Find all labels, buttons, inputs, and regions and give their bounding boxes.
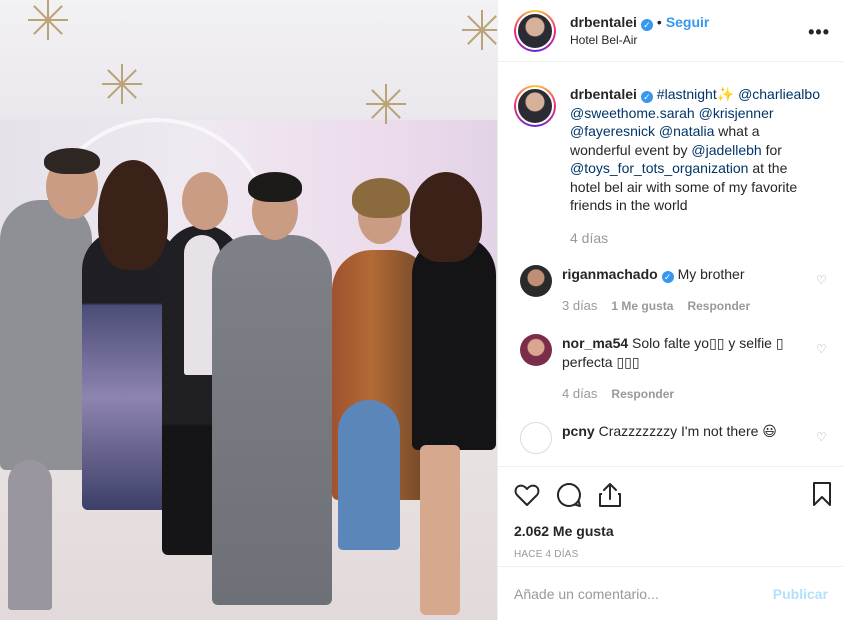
verified-badge-icon: ✓ [661,271,674,283]
comment-text: Crazzzzzzzy I'm not there 😃 [598,423,777,439]
follow-button[interactable]: Seguir [666,14,710,30]
commenter-username[interactable]: nor_ma54 [562,335,628,351]
verified-badge-icon: ✓ [640,18,653,31]
instagram-post: drbentalei ✓ • Seguir Hotel Bel-Air ••• drb… [0,0,844,620]
comment-body: riganmachado ✓ My brother 3 días 1 Me gust… [562,265,812,316]
mention-link[interactable]: @sweethome.sarah [570,105,695,121]
person-hair [410,172,482,262]
verified-badge-icon: ✓ [640,91,653,103]
caption-text: for [765,141,782,158]
like-comment-heart-icon[interactable]: ♡ [816,342,828,356]
commenter-username[interactable]: riganmachado [562,266,658,282]
add-comment-input[interactable] [514,585,773,602]
chandelier [366,84,406,124]
person-coat [0,200,92,470]
comment-item: riganmachado ✓ My brother 3 días 1 Me gust… [514,265,828,316]
person-hair [248,172,302,202]
author-username[interactable]: drbentalei [570,14,637,30]
likes-count[interactable]: 2.062 Me gusta [514,523,828,539]
mention-link[interactable]: @charliealbo [738,86,820,102]
posted-time[interactable]: HACE 4 DÍAS [514,549,828,560]
like-comment-heart-icon[interactable]: ♡ [816,430,828,444]
comment-text: My brother [677,266,745,282]
author-avatar-ring[interactable] [514,9,556,52]
mention-link[interactable]: @jadellebh [691,142,761,158]
person-hair [44,148,100,174]
mention-link[interactable]: @toys_for_tots_organization [570,160,748,176]
post-actions: 2.062 Me gusta HACE 4 DÍAS [498,466,844,560]
commenter-avatar[interactable] [520,265,552,297]
post-side-panel: drbentalei ✓ • Seguir Hotel Bel-Air ••• drb… [497,0,844,620]
person-hair [352,178,410,218]
chandelier [462,10,497,50]
comment-body: nor_ma54 Solo falte yo▯▯ y selfie ▯ perf… [562,334,812,404]
hashtag-link[interactable]: #lastnight [657,86,717,102]
caption-body: drbentalei ✓ #lastnight✨ @charliealbo @sw… [570,85,820,247]
add-comment-bar: Publicar [498,566,844,620]
comment-bubble-icon[interactable] [556,482,582,508]
action-icons [514,481,828,509]
more-options-icon[interactable]: ••• [808,22,830,43]
like-heart-icon[interactable] [514,483,540,507]
like-comment-heart-icon[interactable]: ♡ [816,273,828,287]
person-legs [420,445,460,615]
share-icon[interactable] [598,482,622,508]
person-black-dress [412,235,496,450]
author-avatar[interactable] [516,11,554,50]
save-bookmark-icon[interactable] [812,481,832,507]
location-link[interactable]: Hotel Bel-Air [570,31,709,49]
person-legs [8,460,52,610]
comment-time[interactable]: 3 días [562,298,597,313]
comment-likes[interactable]: 1 Me gusta [611,299,673,313]
person-jeans [338,400,400,550]
commenter-username[interactable]: pcny [562,423,595,439]
mention-link[interactable]: @krisjenner [699,105,774,121]
comments-list[interactable]: drbentalei ✓ #lastnight✨ @charliealbo @sw… [498,63,844,466]
commenter-avatar[interactable] [520,334,552,366]
post-header: drbentalei ✓ • Seguir Hotel Bel-Air ••• [498,0,844,62]
mention-link[interactable]: @fayeresnick [570,123,655,139]
person-grey-suit [212,235,332,605]
caption-avatar[interactable] [516,87,554,125]
caption-time[interactable]: 4 días [570,229,820,248]
commenter-avatar[interactable] [520,422,552,454]
caption: drbentalei ✓ #lastnight✨ @charliealbo @sw… [514,85,828,247]
reply-button[interactable]: Responder [687,299,750,313]
header-text: drbentalei ✓ • Seguir Hotel Bel-Air [570,13,709,49]
person-head [182,172,228,230]
person-hair [98,160,168,270]
comment-item: nor_ma54 Solo falte yo▯▯ y selfie ▯ perf… [514,334,828,404]
sparkle-emoji: ✨ [716,86,735,102]
mention-link[interactable]: @natalia [659,123,714,139]
chandelier [102,64,142,104]
publish-button[interactable]: Publicar [773,586,828,602]
caption-avatar-ring[interactable] [514,85,556,127]
post-photo[interactable] [0,0,497,620]
comment-time[interactable]: 4 días [562,386,597,401]
comment-meta: 4 días Responder [562,384,812,404]
separator-dot: • [656,13,662,30]
reply-button[interactable]: Responder [611,387,674,401]
comment-body: pcny Crazzzzzzzy I'm not there 😃 [562,422,812,454]
caption-username[interactable]: drbentalei [570,86,637,102]
comment-item: pcny Crazzzzzzzy I'm not there 😃 ♡ [514,422,828,454]
comment-meta: 3 días 1 Me gusta Responder [562,296,812,316]
chandelier [28,0,68,40]
